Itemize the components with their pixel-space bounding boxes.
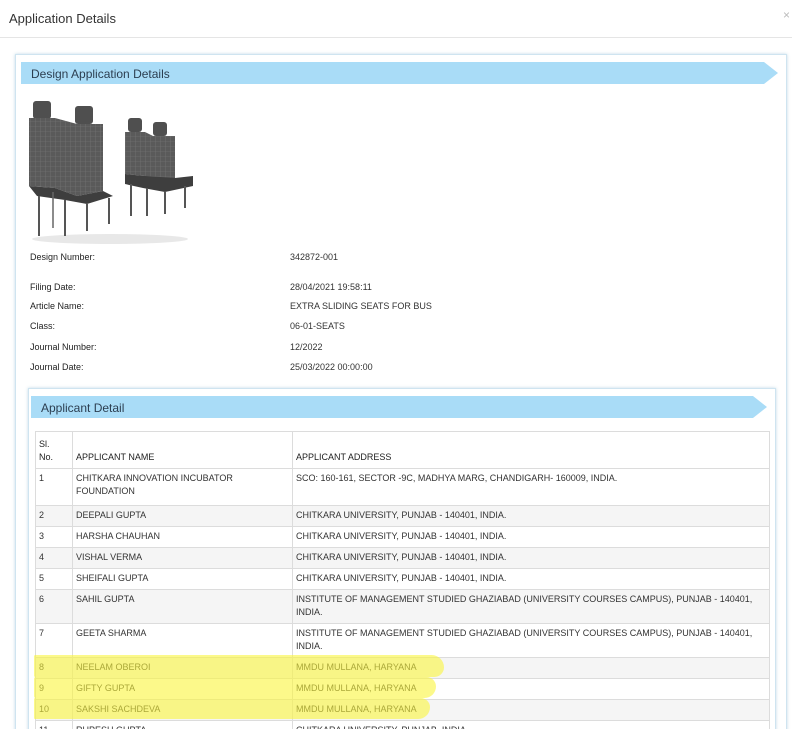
design-details-title: Design Application Details xyxy=(31,67,170,81)
cell-address: CHITKARA UNIVERSITY, PUNJAB - 140401, IN… xyxy=(292,547,770,569)
cell-address: CHITKARA UNIVERSITY, PUNJAB - 140401, IN… xyxy=(292,568,770,590)
applicant-table: Sl. No. APPLICANT NAME APPLICANT ADDRESS … xyxy=(35,431,770,729)
cell-name: VISHAL VERMA xyxy=(72,547,293,569)
cell-sl: 7 xyxy=(35,623,73,658)
cell-sl: 10 xyxy=(35,699,73,721)
cell-name: GEETA SHARMA xyxy=(72,623,293,658)
cell-address: MMDU MULLANA, HARYANA xyxy=(292,699,770,721)
col-applicant-name: APPLICANT NAME xyxy=(72,431,293,469)
cell-address: INSTITUTE OF MANAGEMENT STUDIED GHAZIABA… xyxy=(292,589,770,624)
table-row: 7 GEETA SHARMA INSTITUTE OF MANAGEMENT S… xyxy=(35,623,770,658)
cell-address: CHITKARA UNIVERSITY, PUNJAB, INDIA xyxy=(292,720,770,729)
cell-name: GIFTY GUPTA xyxy=(72,678,293,700)
table-row: 1 CHITKARA INNOVATION INCUBATOR FOUNDATI… xyxy=(35,468,770,506)
cell-name: NEELAM OBEROI xyxy=(72,657,293,679)
cell-name: SAKSHI SACHDEVA xyxy=(72,699,293,721)
col-sl-no: Sl. No. xyxy=(35,431,73,469)
table-row: 6 SAHIL GUPTA INSTITUTE OF MANAGEMENT ST… xyxy=(35,589,770,624)
cell-sl: 9 xyxy=(35,678,73,700)
table-row: 9 GIFTY GUPTA MMDU MULLANA, HARYANA xyxy=(35,678,770,700)
table-row: 4 VISHAL VERMA CHITKARA UNIVERSITY, PUNJ… xyxy=(35,547,770,569)
cell-address: CHITKARA UNIVERSITY, PUNJAB - 140401, IN… xyxy=(292,505,770,527)
cell-address: INSTITUTE OF MANAGEMENT STUDIED GHAZIABA… xyxy=(292,623,770,658)
cell-sl: 1 xyxy=(35,468,73,506)
cell-name: RUPESH GUPTA xyxy=(72,720,293,729)
cell-sl: 5 xyxy=(35,568,73,590)
design-details-header: Design Application Details xyxy=(21,62,778,84)
cell-address: SCO: 160-161, SECTOR -9C, MADHYA MARG, C… xyxy=(292,468,770,506)
cell-sl: 4 xyxy=(35,547,73,569)
cell-address: CHITKARA UNIVERSITY, PUNJAB - 140401, IN… xyxy=(292,526,770,548)
cell-name: SAHIL GUPTA xyxy=(72,589,293,624)
detail-value: 06-01-SEATS xyxy=(290,321,345,331)
detail-label: Design Number: xyxy=(30,252,96,262)
applicant-title: Applicant Detail xyxy=(41,401,125,415)
table-row: 2 DEEPALI GUPTA CHITKARA UNIVERSITY, PUN… xyxy=(35,505,770,527)
detail-label: Class: xyxy=(30,321,56,331)
detail-value: 28/04/2021 19:58:11 xyxy=(290,282,372,292)
cell-name: SHEIFALI GUPTA xyxy=(72,568,293,590)
detail-value: 342872-001 xyxy=(290,252,339,262)
modal-title: Application Details xyxy=(9,11,116,26)
cell-name: CHITKARA INNOVATION INCUBATOR FOUNDATION xyxy=(72,468,293,506)
cell-sl: 3 xyxy=(35,526,73,548)
table-row: 8 NEELAM OBEROI MMDU MULLANA, HARYANA xyxy=(35,657,770,679)
design-image xyxy=(29,101,193,244)
detail-label: Article Name: xyxy=(30,301,85,311)
close-icon[interactable]: × xyxy=(783,8,790,22)
detail-value: 12/2022 xyxy=(290,342,323,352)
detail-value: 25/03/2022 00:00:00 xyxy=(290,362,373,372)
table-row: 10 SAKSHI SACHDEVA MMDU MULLANA, HARYANA xyxy=(35,699,770,721)
detail-value: EXTRA SLIDING SEATS FOR BUS xyxy=(290,301,432,311)
applicant-header: Applicant Detail xyxy=(31,396,767,418)
detail-label: Journal Number: xyxy=(30,342,97,352)
col-applicant-address: APPLICANT ADDRESS xyxy=(292,431,770,469)
detail-label: Filing Date: xyxy=(30,282,76,292)
cell-sl: 6 xyxy=(35,589,73,624)
cell-name: HARSHA CHAUHAN xyxy=(72,526,293,548)
table-header-row: Sl. No. APPLICANT NAME APPLICANT ADDRESS xyxy=(35,431,770,469)
cell-address: MMDU MULLANA, HARYANA xyxy=(292,678,770,700)
table-row: 11 RUPESH GUPTA CHITKARA UNIVERSITY, PUN… xyxy=(35,720,770,729)
modal-header: Application Details × xyxy=(0,0,792,38)
table-row: 3 HARSHA CHAUHAN CHITKARA UNIVERSITY, PU… xyxy=(35,526,770,548)
table-row: 5 SHEIFALI GUPTA CHITKARA UNIVERSITY, PU… xyxy=(35,568,770,590)
detail-label: Journal Date: xyxy=(30,362,84,372)
cell-name: DEEPALI GUPTA xyxy=(72,505,293,527)
cell-sl: 8 xyxy=(35,657,73,679)
cell-sl: 2 xyxy=(35,505,73,527)
cell-sl: 11 xyxy=(35,720,73,729)
cell-address: MMDU MULLANA, HARYANA xyxy=(292,657,770,679)
